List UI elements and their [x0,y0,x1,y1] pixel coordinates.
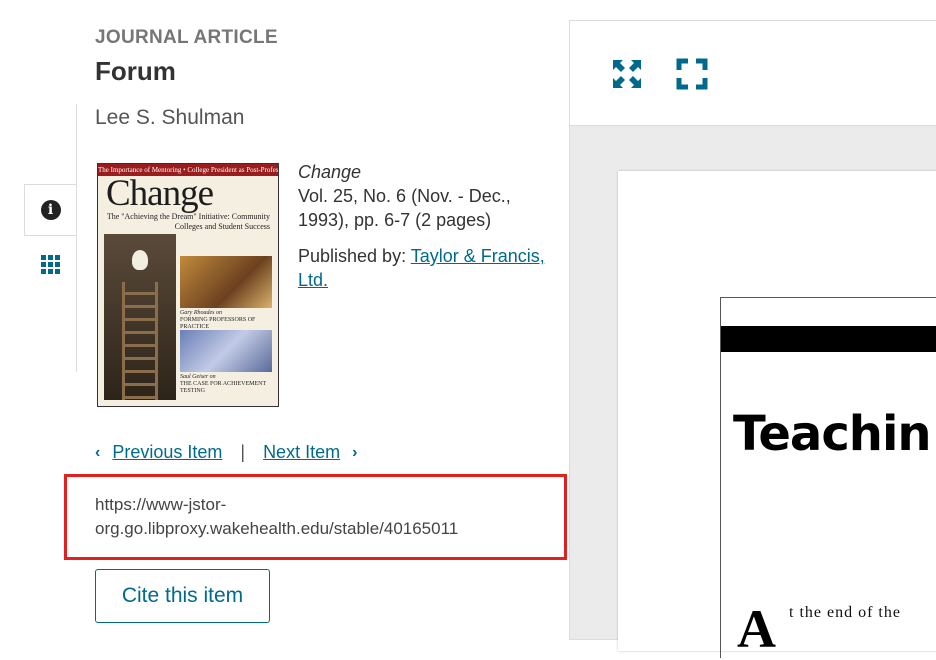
tab-contents[interactable] [24,246,76,282]
cover-ladder-art [104,234,176,400]
cover-story2-byline: Gary Rhoades on [180,310,222,316]
tab-item-info[interactable]: i [24,184,76,236]
fullscreen-icon[interactable] [676,58,708,90]
cover-headline: The "Achieving the Dream" Initiative: Co… [106,212,270,231]
page-viewer: Teachin A t the end of the [569,20,936,659]
cover-story3-byline: Saul Geiser on [180,374,216,380]
chevron-left-icon: ‹ [95,443,101,461]
info-icon: i [40,200,61,220]
cite-this-item-button[interactable]: Cite this item [95,569,270,623]
content-type-label: JOURNAL ARTICLE [95,27,278,48]
grid-icon [40,254,60,274]
page-drop-cap: A [737,599,776,659]
chevron-right-icon: › [352,443,358,461]
viewer-toolbar [570,21,936,126]
journal-name: Change [298,162,362,182]
issue-info: Vol. 25, No. 6 (Nov. - Dec., 1993), pp. … [298,186,511,230]
document-page: Teachin A t the end of the [618,171,936,659]
publisher-prefix: Published by: [298,246,411,266]
page-header-bar [721,326,936,352]
cover-masthead: Change [106,173,214,214]
previous-item-link[interactable]: Previous Item [112,442,222,463]
publisher-line: Published by: Taylor & Francis, Ltd. [298,244,548,292]
cover-story3: The Case for Achievement Testing [180,381,267,394]
author-name: Lee S. Shulman [95,106,245,129]
collapse-arrows-icon[interactable] [611,58,643,90]
item-navigation: ‹ Previous Item | Next Item › [95,442,357,463]
nav-separator: | [240,442,246,462]
page-body-text: t the end of the [789,604,901,621]
page-scan-image: Teachin A t the end of the [720,297,936,659]
cover-story2: Forming Professors of Practice [180,317,256,330]
journal-metadata: Change Vol. 25, No. 6 (Nov. - Dec., 1993… [298,160,548,292]
side-tab-bar: i [24,104,77,372]
journal-cover-image: The Importance of Mentoring • College Pr… [97,163,279,407]
stable-url[interactable]: https://www-jstor-org.go.libproxy.wakehe… [95,493,525,541]
article-title: Forum [95,56,176,86]
cover-art-1 [180,256,272,308]
next-item-link[interactable]: Next Item [263,442,340,463]
page-heading: Teachin [733,406,932,462]
cover-art-2 [180,330,272,372]
